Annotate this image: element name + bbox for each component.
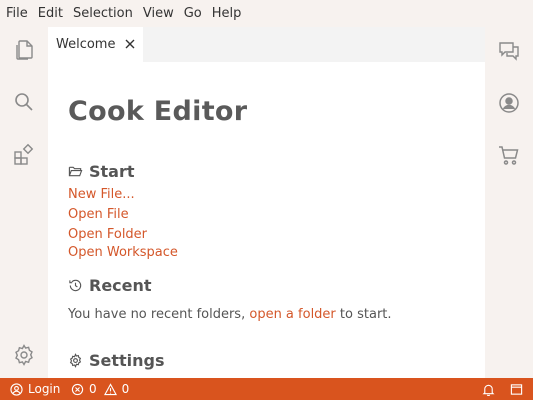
start-heading-label: Start [89, 162, 135, 181]
menu-selection[interactable]: Selection [73, 0, 139, 27]
notifications-bell-icon[interactable] [482, 378, 495, 400]
search-icon[interactable] [12, 90, 36, 114]
extensions-icon[interactable] [12, 143, 36, 167]
settings-heading-label: Settings [89, 351, 165, 370]
history-icon [69, 279, 82, 292]
open-folder-inline-link[interactable]: open a folder [249, 307, 335, 322]
welcome-page: Cook Editor Start New File... Open File … [48, 62, 485, 378]
page-title: Cook Editor [68, 96, 248, 127]
menu-edit[interactable]: Edit [38, 0, 69, 27]
new-file-link[interactable]: New File... [68, 187, 135, 202]
warning-count: 0 [121, 382, 130, 396]
cart-icon[interactable] [497, 143, 521, 167]
activity-bar-left [0, 27, 48, 378]
recent-heading: Recent [68, 276, 152, 295]
chat-icon[interactable] [497, 39, 521, 63]
gear-icon [69, 353, 82, 368]
recent-text-before: You have no recent folders, [68, 307, 246, 322]
open-workspace-link[interactable]: Open Workspace [68, 245, 178, 260]
activity-bar-right [485, 27, 533, 378]
login-label: Login [28, 382, 61, 396]
problems-indicator[interactable]: 0 0 [71, 378, 129, 400]
folder-open-icon [68, 166, 83, 177]
account-icon[interactable] [497, 91, 521, 115]
layout-panel-icon[interactable] [510, 378, 523, 400]
recent-empty-message: You have no recent folders, open a folde… [68, 307, 392, 322]
tab-strip: Welcome [48, 27, 485, 62]
recent-heading-label: Recent [89, 276, 152, 295]
tab-welcome[interactable]: Welcome [48, 27, 143, 62]
settings-gear-icon[interactable] [12, 343, 36, 367]
menu-view[interactable]: View [143, 0, 180, 27]
open-file-link[interactable]: Open File [68, 207, 129, 222]
menu-go[interactable]: Go [184, 0, 208, 27]
open-folder-link[interactable]: Open Folder [68, 227, 147, 242]
settings-heading: Settings [68, 351, 165, 370]
menu-help[interactable]: Help [212, 0, 248, 27]
start-heading: Start [68, 162, 135, 181]
recent-text-after: to start. [339, 307, 392, 322]
error-icon [71, 383, 84, 395]
status-bar: Login 0 0 [0, 378, 533, 400]
error-count: 0 [89, 382, 97, 396]
menu-bar: File Edit Selection View Go Help [0, 0, 533, 27]
close-icon[interactable] [124, 38, 136, 50]
account-icon [10, 382, 23, 396]
login-button[interactable]: Login [10, 378, 60, 400]
warning-icon [103, 382, 117, 395]
files-icon[interactable] [12, 38, 36, 62]
tab-label: Welcome [56, 37, 116, 52]
menu-file[interactable]: File [6, 0, 34, 27]
